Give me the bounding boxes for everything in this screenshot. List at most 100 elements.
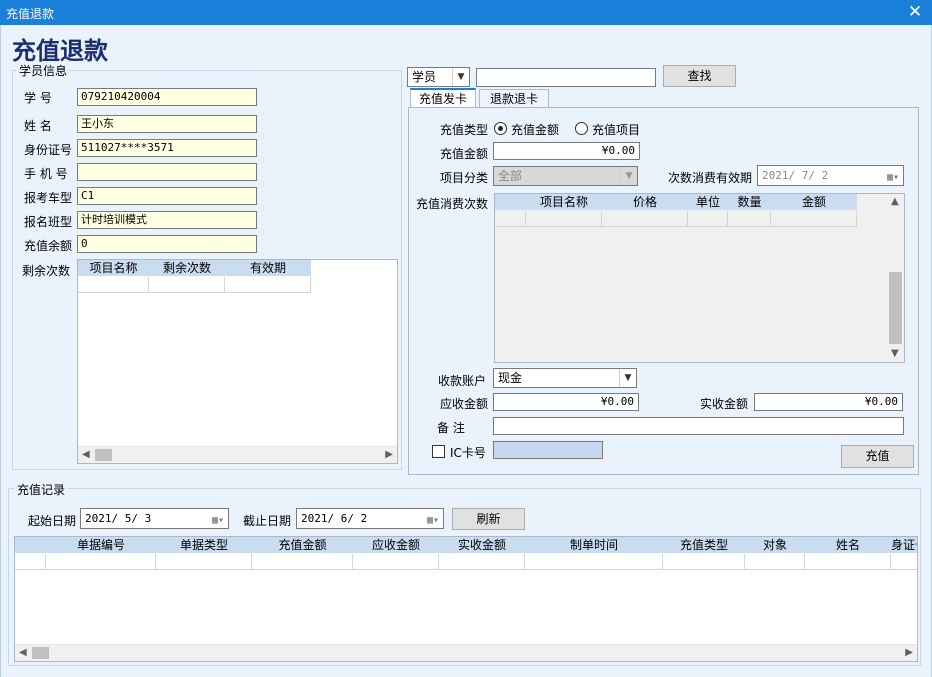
recharge-button[interactable]: 充值 — [841, 445, 914, 468]
start-date-picker[interactable]: 2021/ 5/ 3 ▦▾ — [80, 508, 229, 529]
page-title: 充值退款 — [12, 36, 108, 65]
search-type-value: 学员 — [412, 70, 437, 84]
search-button[interactable]: 查找 — [663, 65, 736, 87]
radio-amount[interactable] — [494, 122, 507, 135]
license-type-label: 报考车型 — [24, 191, 73, 205]
account-value: 现金 — [498, 371, 523, 385]
table-cell — [353, 554, 439, 570]
remaining-label: 剩余次数 — [22, 264, 71, 278]
account-select[interactable]: 现金 ▼ — [493, 368, 637, 388]
validity-date-picker[interactable]: 2021/ 7/ 2 ▦▾ — [757, 165, 904, 186]
chevron-down-icon[interactable]: ▼ — [619, 369, 636, 387]
search-input[interactable] — [476, 68, 656, 87]
ic-card-checkbox[interactable] — [432, 445, 445, 458]
count-grid[interactable]: 项目名称 价格 单位 数量 金额 ▲ ▼ — [494, 193, 905, 363]
remark-input[interactable] — [493, 417, 904, 435]
grid-header: 项目名称 价格 单位 数量 金额 — [495, 194, 857, 210]
table-row[interactable] — [15, 554, 917, 570]
tab-refund[interactable]: 退款退卡 — [479, 89, 549, 109]
license-type-field[interactable]: C1 — [77, 187, 257, 205]
column-header[interactable]: 身证号 — [891, 537, 917, 553]
end-date-label: 截止日期 — [243, 514, 292, 528]
student-info-legend: 学员信息 — [16, 62, 71, 79]
recharge-amount-input[interactable]: ¥0.00 — [493, 142, 640, 160]
scroll-left-icon[interactable]: ◀ — [19, 647, 27, 658]
radio-project-label[interactable]: 充值项目 — [592, 121, 640, 138]
scroll-left-icon[interactable]: ◀ — [82, 449, 90, 460]
column-header[interactable]: 姓名 — [805, 537, 891, 553]
scroll-down-icon[interactable]: ▼ — [891, 348, 899, 359]
column-header[interactable]: 剩余次数 — [149, 260, 225, 276]
refresh-button[interactable]: 刷新 — [452, 508, 525, 530]
table-cell — [891, 554, 917, 570]
calendar-icon[interactable]: ▦▾ — [427, 512, 439, 528]
column-header[interactable]: 单据编号 — [46, 537, 156, 553]
receivable-label: 应收金额 — [440, 397, 489, 411]
horizontal-scrollbar[interactable]: ◀ ▶ — [15, 644, 917, 661]
column-header[interactable]: 数量 — [728, 194, 771, 210]
table-cell — [46, 554, 156, 570]
table-cell — [805, 554, 891, 570]
chevron-down-icon[interactable]: ▼ — [620, 167, 637, 185]
category-select[interactable]: 全部 ▼ — [493, 166, 638, 186]
title-bar: 充值退款 ✕ — [0, 0, 932, 25]
tab-recharge[interactable]: 充值发卡 — [410, 88, 476, 109]
receivable-input[interactable]: ¥0.00 — [493, 393, 639, 411]
table-row[interactable] — [78, 277, 311, 293]
remaining-grid[interactable]: 项目名称 剩余次数 有效期 ◀ ▶ — [77, 259, 398, 464]
column-header[interactable]: 充值金额 — [252, 537, 353, 553]
column-header[interactable]: 价格 — [602, 194, 688, 210]
column-header[interactable]: 有效期 — [225, 260, 311, 276]
name-label: 姓 名 — [24, 119, 52, 133]
student-no-field[interactable]: 079210420004 — [77, 88, 257, 106]
column-header[interactable]: 对象 — [745, 537, 805, 553]
received-input[interactable]: ¥0.00 — [754, 393, 903, 411]
column-header[interactable]: 实收金额 — [439, 537, 525, 553]
scrollbar-thumb[interactable] — [32, 647, 49, 659]
records-grid[interactable]: 单据编号 单据类型 充值金额 应收金额 实收金额 制单时间 充值类型 对象 姓名… — [14, 536, 918, 662]
count-label: 充值消费次数 — [416, 197, 489, 211]
table-cell — [663, 554, 745, 570]
calendar-icon[interactable]: ▦▾ — [887, 169, 899, 185]
close-icon[interactable]: ✕ — [906, 2, 924, 22]
ic-card-label[interactable]: IC卡号 — [450, 444, 486, 461]
horizontal-scrollbar[interactable]: ◀ ▶ — [78, 446, 397, 463]
table-cell — [495, 211, 526, 227]
column-header[interactable]: 金额 — [771, 194, 857, 210]
scroll-right-icon[interactable]: ▶ — [385, 449, 393, 460]
calendar-icon[interactable]: ▦▾ — [212, 512, 224, 528]
table-cell — [728, 211, 771, 227]
radio-amount-label[interactable]: 充值金额 — [511, 121, 559, 138]
column-header[interactable]: 单位 — [688, 194, 728, 210]
balance-field[interactable]: 0 — [77, 235, 257, 253]
column-header[interactable]: 制单时间 — [525, 537, 663, 553]
table-cell — [225, 277, 311, 293]
scrollbar-thumb[interactable] — [95, 449, 112, 461]
id-card-label: 身份证号 — [24, 143, 73, 157]
scrollbar-thumb[interactable] — [889, 272, 902, 344]
column-header[interactable] — [495, 194, 526, 210]
column-header[interactable]: 单据类型 — [156, 537, 252, 553]
column-header[interactable]: 项目名称 — [526, 194, 602, 210]
end-date-picker[interactable]: 2021/ 6/ 2 ▦▾ — [296, 508, 444, 529]
name-field[interactable]: 王小东 — [77, 115, 257, 133]
search-type-select[interactable]: 学员 ▼ — [407, 67, 470, 87]
vertical-scrollbar[interactable]: ▲ ▼ — [887, 194, 904, 362]
column-header[interactable] — [15, 537, 46, 553]
radio-project[interactable] — [575, 122, 588, 135]
table-row[interactable] — [495, 211, 857, 227]
class-type-field[interactable]: 计时培训模式 — [77, 211, 257, 229]
column-header[interactable]: 应收金额 — [353, 537, 439, 553]
chevron-down-icon[interactable]: ▼ — [452, 68, 469, 86]
window-title: 充值退款 — [6, 7, 55, 21]
id-card-field[interactable]: 511027****3571 — [77, 139, 257, 157]
phone-field[interactable] — [77, 163, 257, 181]
column-header[interactable]: 项目名称 — [78, 260, 149, 276]
scroll-right-icon[interactable]: ▶ — [905, 647, 913, 658]
table-cell — [526, 211, 602, 227]
table-cell — [15, 554, 46, 570]
ic-card-input[interactable] — [493, 441, 603, 459]
student-no-label: 学 号 — [24, 91, 52, 105]
scroll-up-icon[interactable]: ▲ — [891, 196, 899, 207]
column-header[interactable]: 充值类型 — [663, 537, 745, 553]
